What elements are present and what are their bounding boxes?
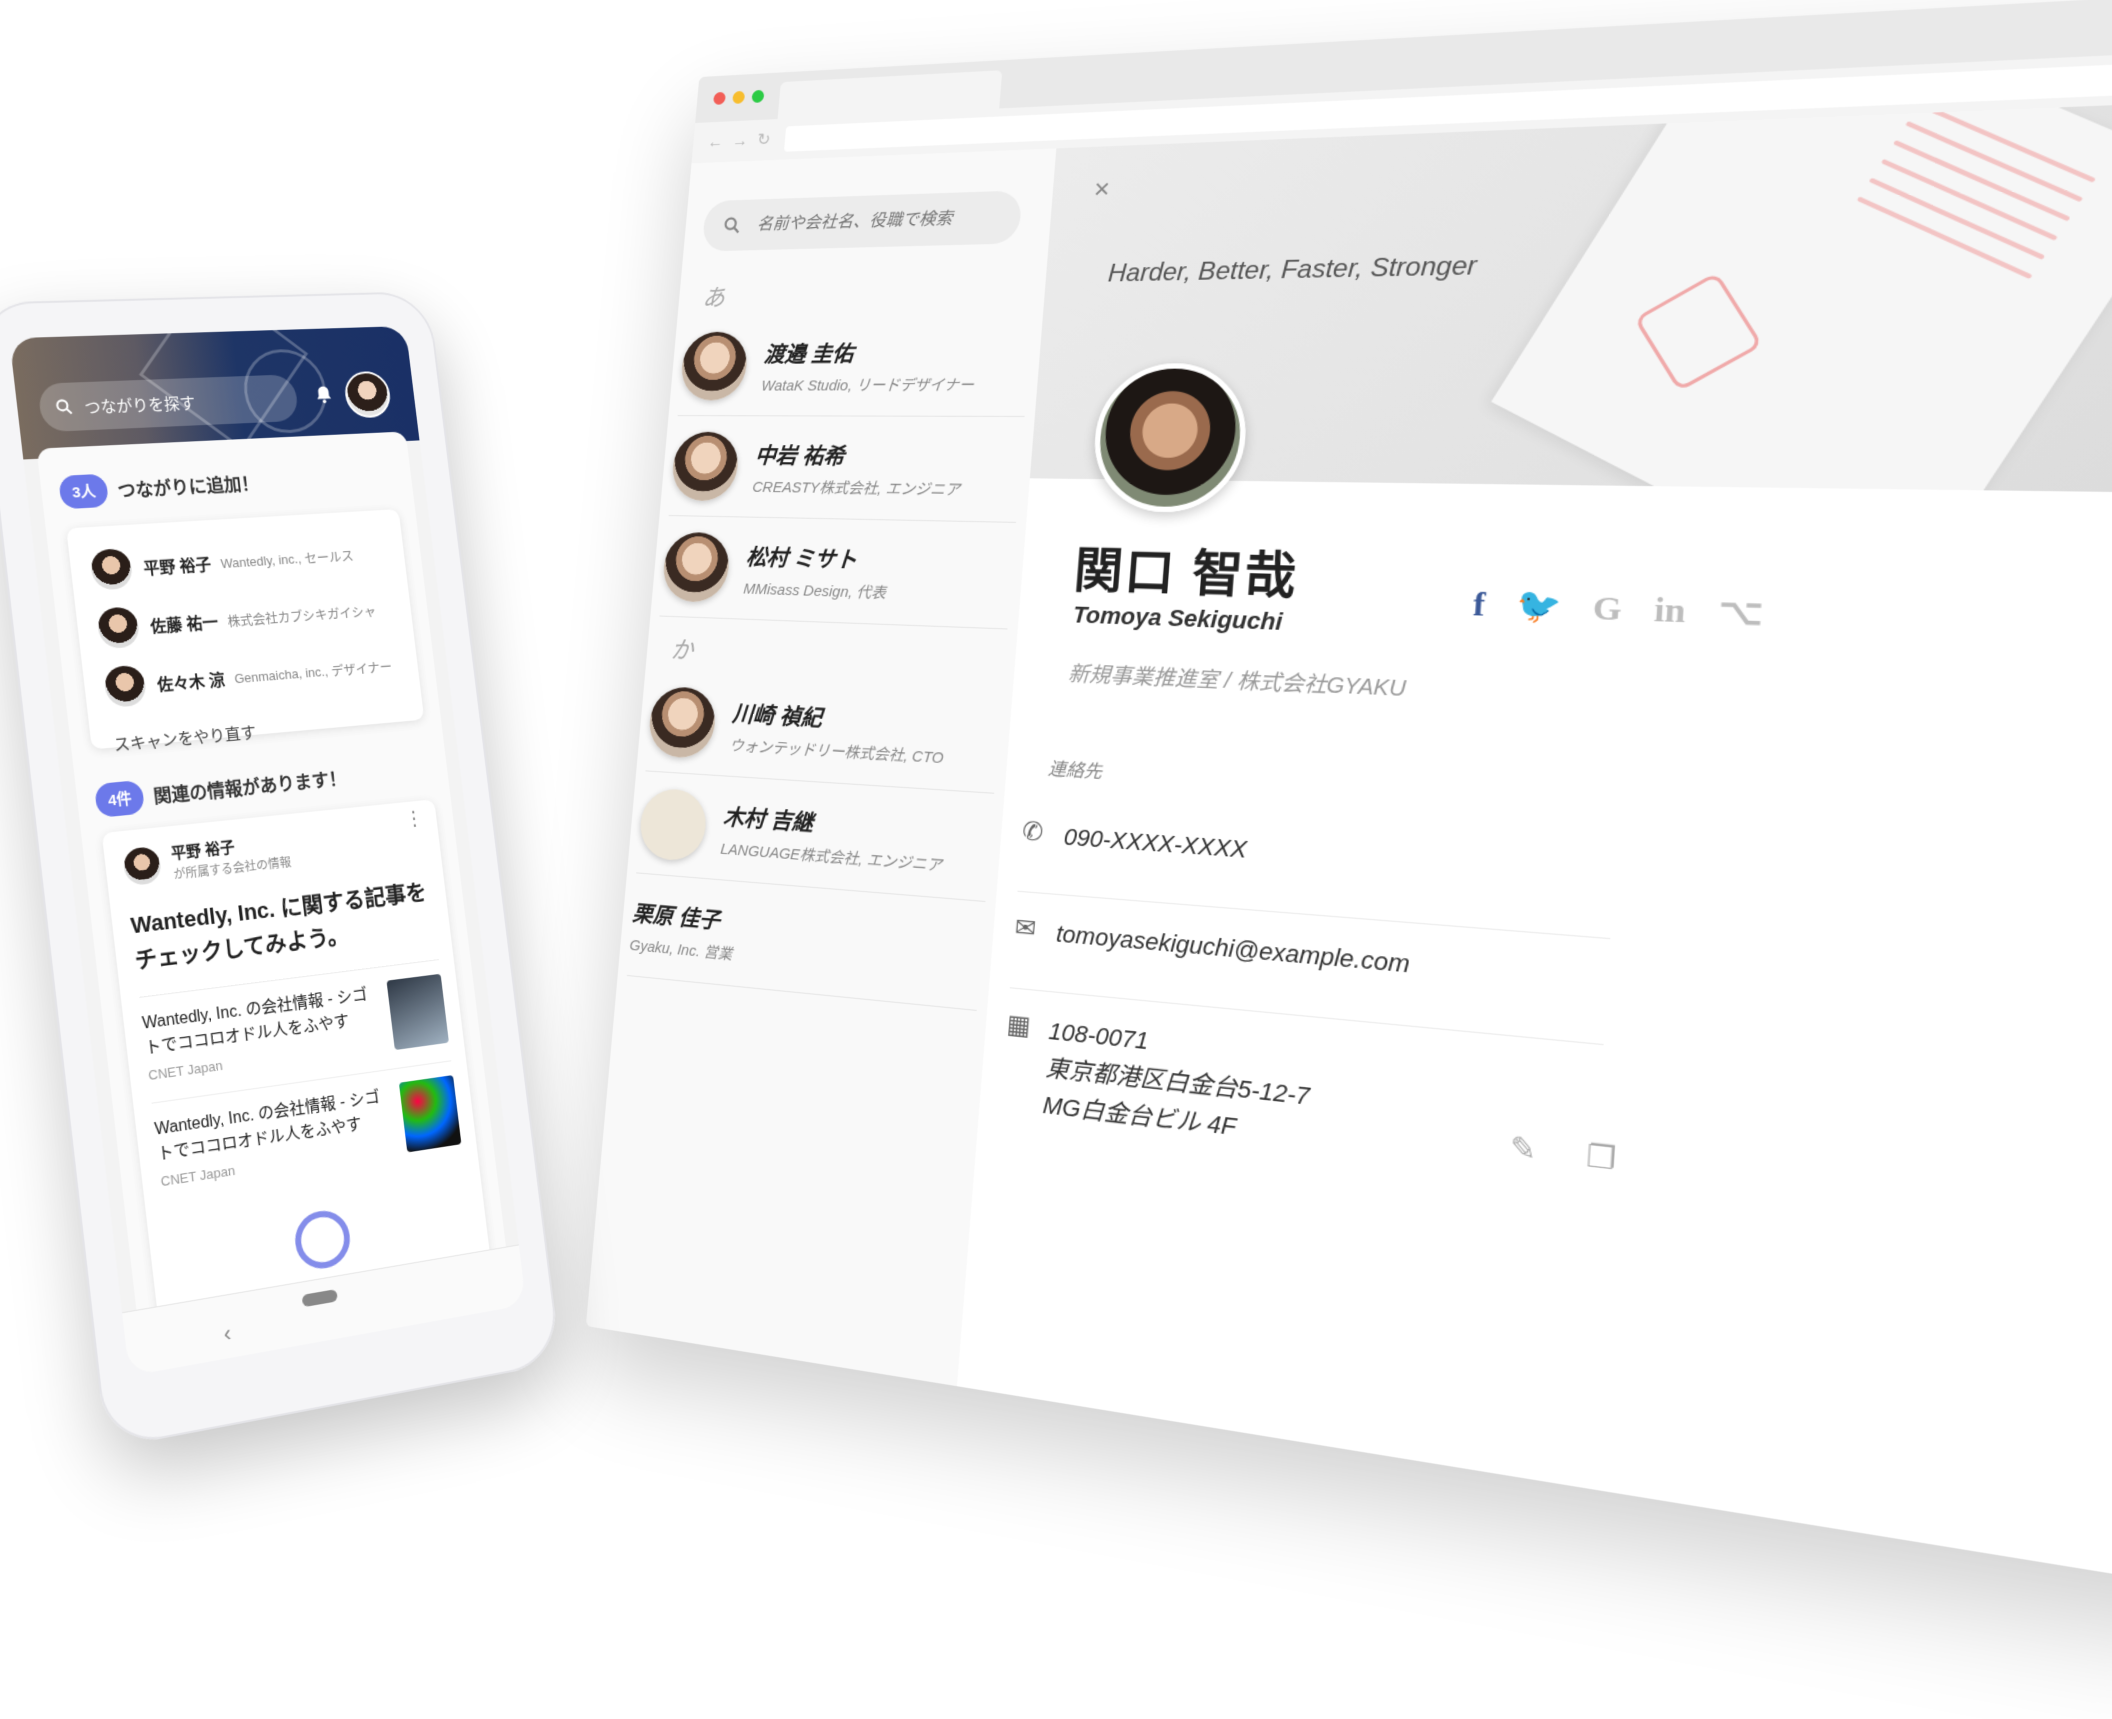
- search-icon: [53, 397, 76, 418]
- person-name: 佐々木 涼: [156, 672, 226, 695]
- article-thumbnail: [386, 973, 449, 1051]
- related-label: 関連の情報があります！: [152, 767, 348, 807]
- avatar: [122, 845, 163, 887]
- added-label: つながりに追加！: [116, 473, 260, 501]
- address-value: 108-0071 東京都港区白金台5-12-7 MG白金台ビル 4F: [1041, 1013, 1313, 1155]
- avatar: [669, 431, 741, 502]
- person-company: Genmaicha, inc., デザイナー: [233, 658, 393, 686]
- email-value: tomoyasekiguchi@example.com: [1055, 919, 1411, 979]
- phone-search-placeholder: つながりを探す: [83, 395, 197, 418]
- contact-detail: ウォンテッドリー株式会社, CTO: [728, 736, 945, 767]
- google-icon[interactable]: G: [1592, 589, 1623, 629]
- maximize-window-button[interactable]: [751, 89, 765, 103]
- github-icon[interactable]: ⌥: [1717, 592, 1764, 634]
- phone-account-avatar[interactable]: [342, 370, 393, 419]
- related-headline: Wantedly, Inc. に関する記事をチェックしてみよう。: [129, 879, 428, 974]
- facebook-icon[interactable]: f: [1472, 585, 1486, 624]
- close-icon[interactable]: ×: [1093, 173, 1111, 206]
- more-options-icon[interactable]: ⋮: [403, 807, 424, 830]
- app-content: あ 渡邉 圭佑 WataK Studio, リードデザイナー 中岩 祐希 CRE…: [585, 97, 2112, 1595]
- person-company: Wantedly, inc., セールス: [219, 547, 355, 571]
- added-count-badge: 3人: [58, 473, 110, 510]
- avatar: [637, 787, 709, 863]
- added-section-header: 3人 つながりに追加！: [58, 466, 260, 510]
- copy-icon[interactable]: ❐: [1585, 1138, 1617, 1178]
- profile-tagline: Harder, Better, Faster, Stronger: [1107, 251, 1478, 288]
- added-card: 平野 裕子 Wantedly, inc., セールス 佐藤 祐一 株式会社カブシ…: [66, 509, 425, 755]
- close-window-button[interactable]: [713, 91, 726, 105]
- contact-info-label: 連絡先: [1047, 758, 1103, 783]
- back-icon[interactable]: ‹: [222, 1320, 232, 1348]
- person-name: 平野 裕子: [142, 556, 213, 579]
- article-item[interactable]: Wantedly, Inc. の会社情報 - シゴトでココロオドル人をふやす C…: [151, 1060, 462, 1191]
- forward-arrow-icon[interactable]: →: [732, 131, 749, 151]
- section-heading-ka: か: [669, 636, 695, 665]
- phone-feed: 3人 つながりに追加！ 平野 裕子 Wantedly, inc., セールス 佐…: [36, 431, 514, 1374]
- contact-search[interactable]: [701, 190, 1023, 252]
- mail-icon: ✉: [1013, 913, 1037, 944]
- profile-name: 関口 智哉: [1072, 542, 1301, 604]
- avatar: [89, 547, 134, 591]
- profile-title: 新規事業推進室 / 株式会社GYAKU: [1067, 662, 1407, 702]
- linkedin-icon[interactable]: in: [1653, 590, 1687, 630]
- pencil-icon[interactable]: ✎: [1509, 1129, 1538, 1168]
- avatar: [646, 685, 718, 760]
- contact-name: 栗原 佳子: [631, 899, 722, 934]
- contact-detail: CREASTY株式会社, エンジニア: [751, 478, 961, 499]
- phone-mockup: つながりを探す 3人 つながりに追加！ 平野 裕子 Wantedly, inc.…: [0, 270, 667, 1517]
- bell-icon[interactable]: [312, 382, 335, 406]
- address-row[interactable]: ▦ 108-0071 東京都港区白金台5-12-7 MG白金台ビル 4F: [997, 1009, 1602, 1222]
- reload-icon[interactable]: ↻: [756, 130, 771, 150]
- contact-name: 渡邉 圭佑: [763, 340, 855, 367]
- contact-search-input[interactable]: [754, 205, 1012, 236]
- phone-value: 090-XXXX-XXXX: [1062, 823, 1248, 864]
- phone-icon: ✆: [1021, 817, 1045, 848]
- contact-name: 川崎 禎紀: [731, 700, 824, 731]
- person-company: 株式会社カブシキガイシャ: [226, 602, 377, 629]
- contact-name: 松村 ミサト: [745, 544, 859, 573]
- contact-detail: MMisass Design, 代表: [742, 579, 887, 602]
- avatar: [660, 531, 732, 603]
- phone-device: つながりを探す 3人 つながりに追加！ 平野 裕子 Wantedly, inc.…: [0, 291, 562, 1450]
- contact-name: 中岩 祐希: [754, 442, 846, 469]
- avatar: [102, 664, 148, 709]
- related-section-header: 4件 関連の情報があります！: [93, 761, 348, 819]
- business-card-image: [1491, 104, 2112, 492]
- person-name: 佐藤 祐一: [149, 614, 219, 637]
- related-count-badge: 4件: [93, 779, 146, 819]
- building-icon: ▦: [1005, 1009, 1032, 1042]
- twitter-icon[interactable]: 🐦: [1515, 586, 1563, 627]
- phone-screen: つながりを探す 3人 つながりに追加！ 平野 裕子 Wantedly, inc.…: [9, 326, 527, 1377]
- contact-row[interactable]: 渡邉 圭佑 WataK Studio, リードデザイナー: [677, 312, 1033, 417]
- social-links: f 🐦 G in ⌥: [1472, 585, 1764, 634]
- related-person: 平野 裕子 が所属する会社の情報: [122, 815, 441, 889]
- avatar: [679, 331, 750, 401]
- search-icon: [721, 214, 743, 236]
- browser-mockup: ⤢ ← → ↻ あ 渡邉 圭佑: [578, 0, 2112, 1719]
- contact-row[interactable]: 中岩 祐希 CREASTY株式会社, エンジニア: [668, 417, 1025, 523]
- home-button[interactable]: [301, 1289, 338, 1308]
- profile-name-en: Tomoya Sekiguchi: [1071, 601, 1284, 636]
- contact-detail: WataK Studio, リードデザイナー: [760, 376, 975, 394]
- window-controls: [713, 89, 765, 105]
- contact-row[interactable]: 松村 ミサト MMisass Design, 代表: [659, 516, 1016, 630]
- section-heading-a: あ: [701, 284, 726, 312]
- back-arrow-icon[interactable]: ←: [707, 132, 724, 152]
- article-item[interactable]: Wantedly, Inc. の会社情報 - シゴトでココロオドル人をふやす C…: [139, 959, 449, 1085]
- contact-detail-pane: × Harder, Better, Faster, Stronger 関口 智哉…: [956, 97, 2112, 1595]
- browser-window: ⤢ ← → ↻ あ 渡邉 圭佑: [585, 0, 2112, 1595]
- article-thumbnail: [398, 1075, 462, 1153]
- minimize-window-button[interactable]: [732, 90, 746, 104]
- avatar: [95, 606, 141, 650]
- contact-detail: Gyaku, Inc. 営業: [628, 936, 734, 964]
